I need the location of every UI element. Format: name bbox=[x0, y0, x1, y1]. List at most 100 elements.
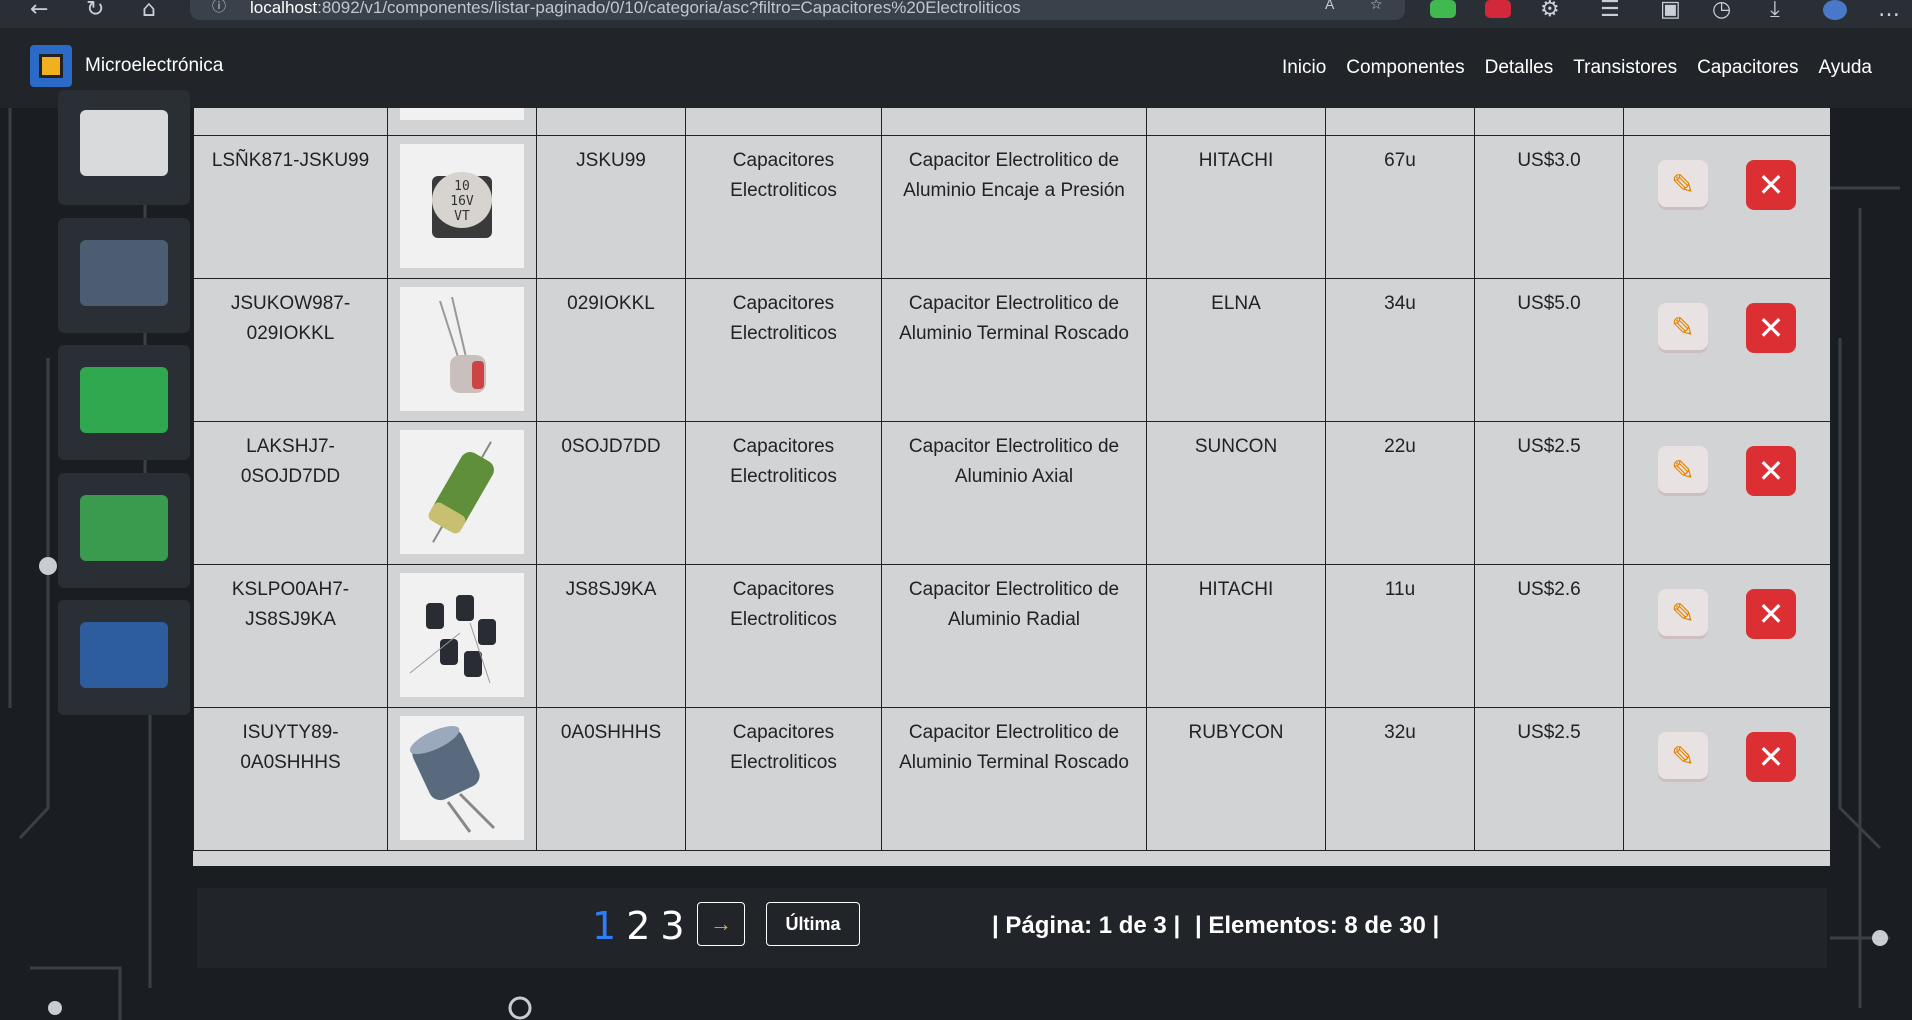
page-link-2[interactable]: 2 bbox=[626, 904, 650, 948]
next-page-button[interactable]: → bbox=[697, 902, 745, 946]
downloads-icon[interactable]: ⤓ bbox=[1770, 0, 1780, 24]
collections-icon[interactable]: ▣ bbox=[1660, 0, 1681, 24]
sidebar-item-qfn-chip[interactable] bbox=[58, 218, 190, 333]
pencil-icon: ✎ bbox=[1671, 169, 1695, 200]
capacitor-snap-in-image bbox=[400, 716, 524, 840]
cell-description: Capacitor Electrolitico de Aluminio Enca… bbox=[881, 135, 1147, 279]
table-row: LAKSHJ7-0SOJD7DD 0SOJD7DD Capacitores El… bbox=[193, 421, 1830, 565]
last-page-button[interactable]: Última bbox=[766, 902, 860, 946]
favorite-icon[interactable]: ☆ bbox=[1370, 0, 1383, 13]
address-bar[interactable]: ⓘ localhost:8092/v1/componentes/listar-p… bbox=[190, 0, 1405, 20]
capacitors-group-image bbox=[400, 573, 524, 697]
delete-button[interactable]: ✕ bbox=[1746, 446, 1796, 496]
edit-button[interactable]: ✎ bbox=[1658, 732, 1708, 782]
cell-image bbox=[387, 278, 537, 422]
cell-code: JSUKOW987-029IOKKL bbox=[193, 278, 388, 422]
elements-info: | Elementos: 8 de 30 | bbox=[1195, 912, 1440, 939]
pagination-bar: 1 2 3 → Última | Página: 1 de 3 | | Elem… bbox=[197, 888, 1827, 968]
cell-ref: 0A0SHHHS bbox=[536, 707, 686, 851]
refresh-icon[interactable]: ↻ bbox=[86, 0, 104, 24]
sidebar-item-processor[interactable] bbox=[58, 345, 190, 460]
delete-button[interactable]: ✕ bbox=[1746, 732, 1796, 782]
cell-category: Capacitores Electroliticos bbox=[685, 278, 882, 422]
table-row: KSLPO0AH7-JS8SJ9KA JS8SJ9KA Capacitores … bbox=[193, 564, 1830, 708]
pencil-icon: ✎ bbox=[1671, 598, 1695, 629]
pencil-icon: ✎ bbox=[1671, 741, 1695, 772]
cell-description: Capacitor Electrolitico de Aluminio Radi… bbox=[881, 564, 1147, 708]
cell-stock: 22u bbox=[1325, 421, 1475, 565]
svg-text:16V: 16V bbox=[450, 194, 474, 209]
pencil-icon: ✎ bbox=[1671, 455, 1695, 486]
cell-actions: ✎ ✕ bbox=[1623, 421, 1830, 565]
components-table: LSÑK871-JSKU99 10 16V VT JSKU99 Capacitore… bbox=[193, 108, 1830, 866]
back-icon[interactable]: ← bbox=[30, 0, 48, 24]
cell-ref: 0SOJD7DD bbox=[536, 421, 686, 565]
table-row: ISUYTY89-0A0SHHHS 0A0SHHHS Capacitores E… bbox=[193, 707, 1830, 851]
extensions-icon[interactable]: ⚙ bbox=[1540, 0, 1560, 24]
page-link-1[interactable]: 1 bbox=[592, 904, 616, 948]
cell-description: Capacitor Electrolitico de Aluminio Term… bbox=[881, 707, 1147, 851]
nav-componentes[interactable]: Componentes bbox=[1346, 57, 1464, 79]
extension-icon[interactable] bbox=[1485, 0, 1511, 18]
edit-button[interactable]: ✎ bbox=[1658, 589, 1708, 639]
ic-chip-icon bbox=[80, 110, 168, 176]
cell-ref: JS8SJ9KA bbox=[536, 564, 686, 708]
more-icon[interactable]: … bbox=[1878, 0, 1900, 24]
sidebar-item-circuit-board[interactable] bbox=[58, 473, 190, 588]
page-numbers: 1 2 3 bbox=[592, 904, 685, 948]
favorites-icon[interactable]: ☰ bbox=[1600, 0, 1620, 24]
nav-capacitores[interactable]: Capacitores bbox=[1697, 57, 1798, 79]
cell-price: US$2.5 bbox=[1474, 707, 1624, 851]
shield-extension-icon[interactable] bbox=[1430, 0, 1456, 18]
edit-button[interactable]: ✎ bbox=[1658, 160, 1708, 210]
cell-stock: 34u bbox=[1325, 278, 1475, 422]
capacitor-smd-image: 10 16V VT bbox=[400, 144, 524, 268]
edit-button[interactable]: ✎ bbox=[1658, 446, 1708, 496]
cell-category: Capacitores Electroliticos bbox=[685, 564, 882, 708]
nav-ayuda[interactable]: Ayuda bbox=[1818, 57, 1872, 79]
home-icon[interactable]: ⌂ bbox=[142, 0, 156, 24]
circuit-board-icon bbox=[80, 495, 168, 561]
arduino-icon bbox=[80, 622, 168, 688]
cell-description: Capacitor Electrolitico de Aluminio Axia… bbox=[881, 421, 1147, 565]
pencil-icon: ✎ bbox=[1671, 312, 1695, 343]
sidebar-item-ic-chip[interactable] bbox=[58, 90, 190, 205]
delete-button[interactable]: ✕ bbox=[1746, 160, 1796, 210]
cell-actions: ✎ ✕ bbox=[1623, 278, 1830, 422]
capacitor-radial-image bbox=[400, 287, 524, 411]
cell-price: US$5.0 bbox=[1474, 278, 1624, 422]
history-icon[interactable]: ◷ bbox=[1712, 0, 1731, 24]
close-icon: ✕ bbox=[1757, 738, 1785, 776]
page-link-3[interactable]: 3 bbox=[660, 904, 684, 948]
cell-brand: SUNCON bbox=[1146, 421, 1326, 565]
cell-brand: RUBYCON bbox=[1146, 707, 1326, 851]
svg-text:10: 10 bbox=[454, 179, 470, 194]
brand-logo-icon[interactable] bbox=[30, 45, 72, 87]
cell-code: LAKSHJ7-0SOJD7DD bbox=[193, 421, 388, 565]
cell-stock: 32u bbox=[1325, 707, 1475, 851]
delete-button[interactable]: ✕ bbox=[1746, 303, 1796, 353]
edit-button[interactable]: ✎ bbox=[1658, 303, 1708, 353]
cell-code: LSÑK871-JSKU99 bbox=[193, 135, 388, 279]
sidebar-item-arduino[interactable] bbox=[58, 600, 190, 715]
table-row: LSÑK871-JSKU99 10 16V VT JSKU99 Capacitore… bbox=[193, 135, 1830, 279]
read-aloud-icon[interactable]: A bbox=[1325, 0, 1334, 12]
cell-brand: HITACHI bbox=[1146, 135, 1326, 279]
cell-brand: HITACHI bbox=[1146, 564, 1326, 708]
cell-price: US$2.6 bbox=[1474, 564, 1624, 708]
nav-transistores[interactable]: Transistores bbox=[1573, 57, 1677, 79]
cell-ref: JSKU99 bbox=[536, 135, 686, 279]
delete-button[interactable]: ✕ bbox=[1746, 589, 1796, 639]
close-icon: ✕ bbox=[1757, 595, 1785, 633]
info-icon[interactable]: ⓘ bbox=[212, 0, 226, 16]
nav-links: Inicio Componentes Detalles Transistores… bbox=[1282, 57, 1872, 79]
page-info: | Página: 1 de 3 | bbox=[992, 912, 1181, 939]
profile-avatar[interactable] bbox=[1823, 0, 1847, 20]
cell-actions: ✎ ✕ bbox=[1623, 135, 1830, 279]
cell-brand: ELNA bbox=[1146, 278, 1326, 422]
cell-code: ISUYTY89-0A0SHHHS bbox=[193, 707, 388, 851]
nav-inicio[interactable]: Inicio bbox=[1282, 57, 1326, 79]
brand-name[interactable]: Microelectrónica bbox=[85, 55, 223, 77]
nav-detalles[interactable]: Detalles bbox=[1485, 57, 1554, 79]
cell-image bbox=[387, 707, 537, 851]
